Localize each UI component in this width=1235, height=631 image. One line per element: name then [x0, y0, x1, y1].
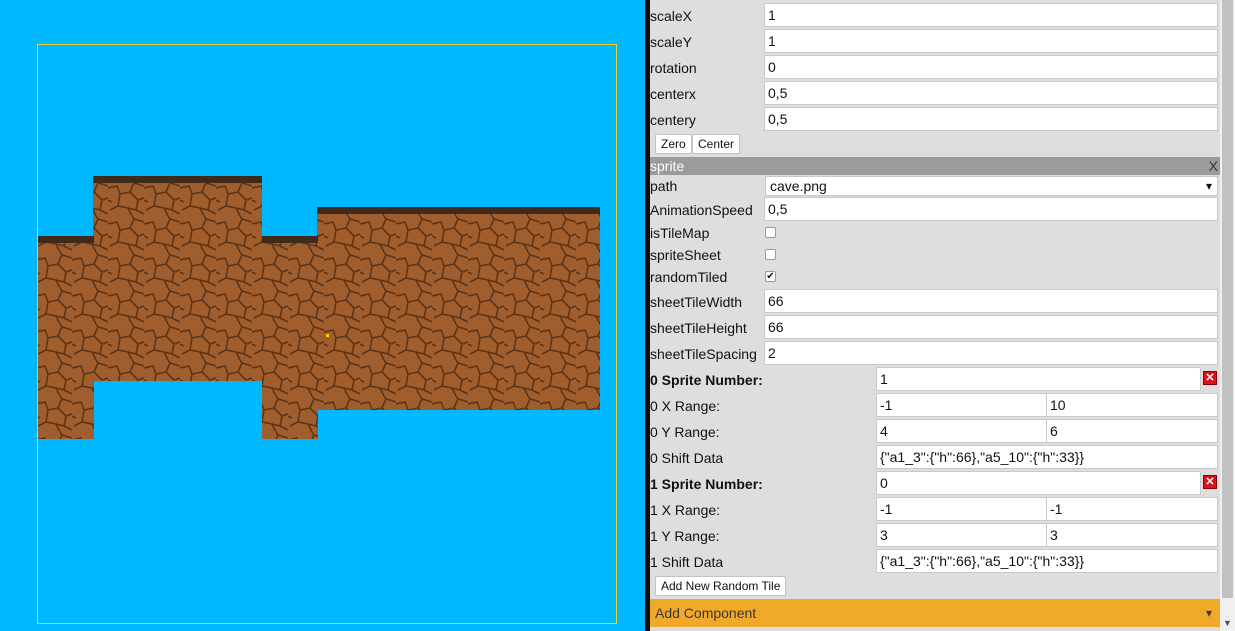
delete-icon[interactable]: ✕: [1203, 371, 1217, 385]
scaley-input[interactable]: 1: [764, 29, 1218, 53]
chevron-down-icon: ▾: [1205, 179, 1212, 193]
scaley-label: scaleY: [650, 34, 693, 50]
sprite-number-label: 0 Sprite Number:: [650, 372, 763, 388]
animation-speed-row: AnimationSpeed 0,5: [650, 196, 1220, 222]
random-tile-0-x-range-row: 0 X Range: -1 10: [650, 392, 1220, 418]
sheet-tile-spacing-row: sheetTileSpacing 2: [650, 340, 1220, 366]
rotation-label: rotation: [650, 60, 697, 76]
path-label: path: [650, 178, 678, 194]
add-component-select[interactable]: Add Component ▾: [650, 599, 1220, 627]
sheet-tile-spacing-label: sheetTileSpacing: [650, 346, 757, 362]
sheet-tile-height-row: sheetTileHeight 66: [650, 314, 1220, 340]
x-range-label: 0 X Range:: [650, 398, 721, 414]
close-icon[interactable]: X: [1209, 157, 1218, 175]
sheet-tile-height-input[interactable]: 66: [764, 315, 1218, 339]
y-range-max-input[interactable]: 6: [1046, 419, 1218, 443]
sprite-sheet-row: spriteSheet: [650, 244, 1220, 266]
path-select-value: cave.png: [770, 178, 827, 194]
shift-data-input[interactable]: {"a1_3":{"h":66},"a5_10":{"h":33}}: [876, 445, 1218, 469]
scrollbar-thumb[interactable]: [1222, 0, 1233, 598]
random-tiled-row: randomTiled ✔: [650, 266, 1220, 288]
sheet-tile-spacing-input[interactable]: 2: [764, 341, 1218, 365]
shift-data-input[interactable]: {"a1_3":{"h":66},"a5_10":{"h":33}}: [876, 549, 1218, 573]
random-tile-1-sprite-number-row: 1 Sprite Number: 0 ✕: [650, 470, 1220, 496]
random-tile-0-sprite-number-row: 0 Sprite Number: 1 ✕: [650, 366, 1220, 392]
y-range-label: 0 Y Range:: [650, 424, 720, 440]
y-range-label: 1 Y Range:: [650, 528, 720, 544]
random-tile-1-y-range-row: 1 Y Range: 3 3: [650, 522, 1220, 548]
shift-data-label: 1 Shift Data: [650, 554, 724, 570]
sprite-sheet-checkbox[interactable]: [765, 249, 776, 260]
rotation-input[interactable]: 0: [764, 55, 1218, 79]
centery-input[interactable]: 0,5: [764, 107, 1218, 131]
zero-button[interactable]: Zero: [655, 134, 692, 154]
scalex-label: scaleX: [650, 8, 693, 24]
random-tile-1-x-range-row: 1 X Range: -1 -1: [650, 496, 1220, 522]
sheet-tile-width-row: sheetTileWidth 66: [650, 288, 1220, 314]
path-select[interactable]: cave.png ▾: [765, 176, 1218, 196]
scroll-down-arrow-icon[interactable]: ▼: [1220, 615, 1235, 631]
centery-row: centery 0,5: [650, 106, 1220, 132]
sprite-number-input[interactable]: 0: [876, 471, 1201, 495]
sheet-tile-width-label: sheetTileWidth: [650, 294, 743, 310]
x-range-max-input[interactable]: -1: [1046, 497, 1218, 521]
x-range-max-input[interactable]: 10: [1046, 393, 1218, 417]
centery-label: centery: [650, 112, 696, 128]
stage-bounds: [37, 44, 617, 624]
delete-icon[interactable]: ✕: [1203, 475, 1217, 489]
center-button[interactable]: Center: [692, 134, 741, 154]
chevron-down-icon: ▾: [1205, 606, 1212, 620]
add-random-tile-button[interactable]: Add New Random Tile: [655, 576, 787, 596]
sheet-tile-width-input[interactable]: 66: [764, 289, 1218, 313]
is-tilemap-row: isTileMap: [650, 222, 1220, 244]
random-tile-1-shift-row: 1 Shift Data {"a1_3":{"h":66},"a5_10":{"…: [650, 548, 1220, 574]
centerx-input[interactable]: 0,5: [764, 81, 1218, 105]
sprite-number-input[interactable]: 1: [876, 367, 1201, 391]
shift-data-label: 0 Shift Data: [650, 450, 724, 466]
y-range-min-input[interactable]: 4: [876, 419, 1047, 443]
x-range-label: 1 X Range:: [650, 502, 721, 518]
animation-speed-input[interactable]: 0,5: [764, 197, 1218, 221]
random-tiled-checkbox[interactable]: ✔: [765, 271, 776, 282]
scene-canvas[interactable]: [0, 0, 645, 631]
sprite-number-label: 1 Sprite Number:: [650, 476, 763, 492]
add-component-label: Add Component: [655, 605, 757, 621]
inspector-panel: scaleX 1 scaleY 1 rotation 0 centerx 0,5…: [650, 0, 1220, 631]
x-range-min-input[interactable]: -1: [876, 497, 1047, 521]
centerx-row: centerx 0,5: [650, 80, 1220, 106]
is-tilemap-checkbox[interactable]: [765, 227, 776, 238]
sprite-header-title: sprite: [650, 158, 685, 174]
scalex-row: scaleX 1: [650, 2, 1220, 28]
sheet-tile-height-label: sheetTileHeight: [650, 320, 747, 336]
random-tile-0-shift-row: 0 Shift Data {"a1_3":{"h":66},"a5_10":{"…: [650, 444, 1220, 470]
sprite-component-header: sprite X: [650, 157, 1220, 175]
rotation-row: rotation 0: [650, 54, 1220, 80]
x-range-min-input[interactable]: -1: [876, 393, 1047, 417]
scalex-input[interactable]: 1: [764, 3, 1218, 27]
random-tile-0-y-range-row: 0 Y Range: 4 6: [650, 418, 1220, 444]
scaley-row: scaleY 1: [650, 28, 1220, 54]
animation-speed-label: AnimationSpeed: [650, 202, 753, 218]
y-range-min-input[interactable]: 3: [876, 523, 1047, 547]
y-range-max-input[interactable]: 3: [1046, 523, 1218, 547]
centerx-label: centerx: [650, 86, 696, 102]
